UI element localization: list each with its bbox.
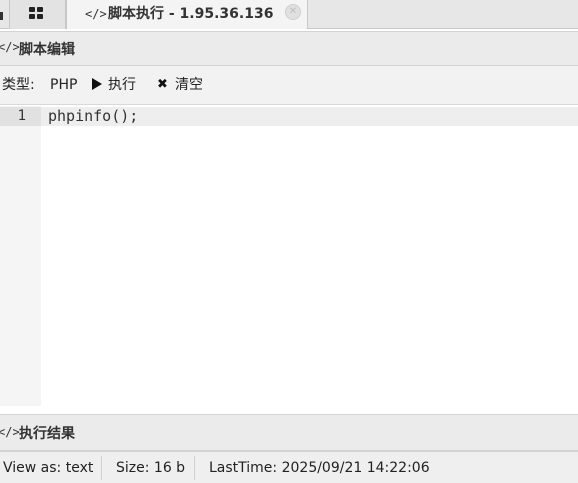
- result-panel-header: [0, 414, 578, 451]
- editor-panel-title: 脚本编辑: [19, 42, 75, 58]
- type-label: 类型:: [2, 77, 35, 93]
- line-number: 1: [17, 108, 26, 124]
- code-icon: </>: [0, 425, 20, 439]
- run-button[interactable]: 执行: [108, 75, 136, 95]
- clear-icon[interactable]: ✖: [157, 75, 170, 95]
- play-icon[interactable]: [92, 78, 102, 90]
- size-readout: Size: 16 b: [116, 460, 186, 476]
- code-line[interactable]: phpinfo();: [48, 107, 138, 126]
- status-divider: [194, 456, 195, 480]
- clear-button[interactable]: 清空: [175, 75, 203, 95]
- code-icon: </>: [0, 40, 20, 54]
- status-divider: [101, 456, 102, 480]
- editor-panel-header: [0, 31, 578, 66]
- partial-tab-icon: [0, 12, 3, 20]
- result-panel-title: 执行结果: [19, 426, 75, 442]
- code-icon: </>: [85, 7, 107, 21]
- tab-title[interactable]: 脚本执行 - 1.95.36.136: [108, 4, 273, 24]
- toolbar: [0, 66, 578, 105]
- type-select[interactable]: PHP: [50, 75, 77, 95]
- line-gutter: [0, 106, 41, 406]
- close-icon[interactable]: ✕: [285, 4, 301, 20]
- view-as-selector[interactable]: View as: text: [3, 458, 93, 478]
- grid-icon[interactable]: [29, 7, 43, 20]
- code-editor[interactable]: [0, 106, 578, 406]
- last-time-readout: LastTime: 2025/09/21 14:22:06: [209, 460, 430, 476]
